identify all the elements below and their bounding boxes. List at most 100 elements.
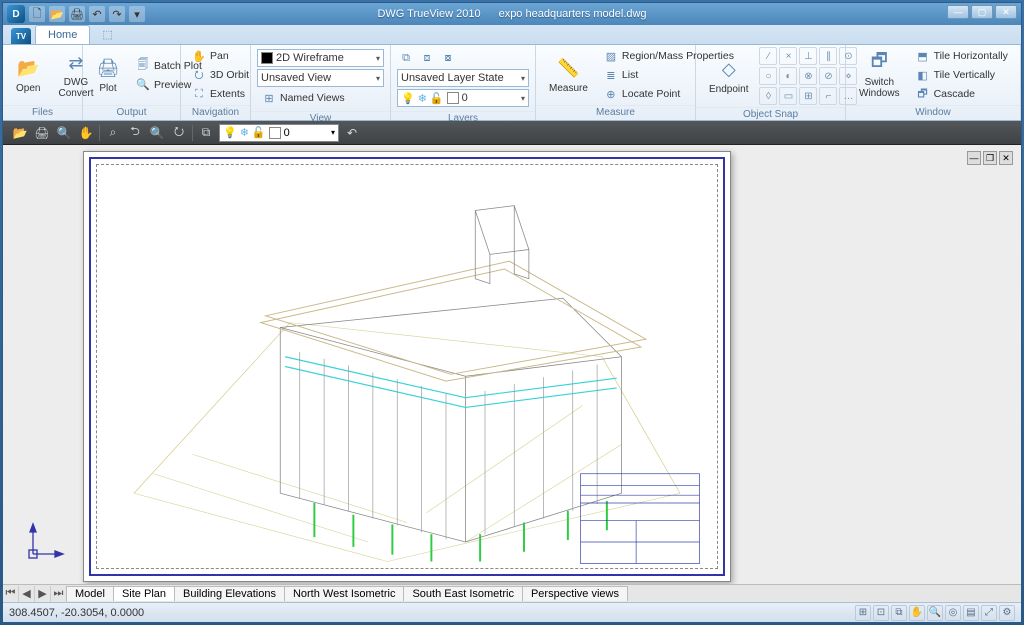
title-bar: D 🗋 📂 🖨 ↶ ↷ ▾ DWG TrueView 2010 expo hea… <box>3 3 1021 25</box>
osnap-4[interactable]: ∥ <box>819 47 837 65</box>
doc-close[interactable]: ✕ <box>999 151 1013 165</box>
workspace: — ❐ ✕ <box>3 145 1021 584</box>
osnap-11[interactable]: ◊ <box>759 87 777 105</box>
sb-quickview[interactable]: ⊡ <box>873 605 889 621</box>
tile-h-button[interactable]: ⬒Tile Horizontally <box>911 47 1013 65</box>
sb-wheel[interactable]: ◎ <box>945 605 961 621</box>
osnap-1[interactable]: ∕ <box>759 47 777 65</box>
extents-button[interactable]: ⛶Extents <box>187 85 254 103</box>
sb-settings[interactable]: ⚙ <box>999 605 1015 621</box>
layer-color-swatch <box>447 92 459 104</box>
orbit-button[interactable]: ⭮3D Orbit <box>187 66 254 84</box>
panel-label-osnap: Object Snap <box>696 107 845 120</box>
osnap-2[interactable]: × <box>779 47 797 65</box>
freeze-icon: ❄ <box>418 92 427 105</box>
sheet-nw-iso[interactable]: North West Isometric <box>284 586 405 601</box>
layer-icon: ⧉ <box>399 51 413 65</box>
osnap-12[interactable]: ▭ <box>779 87 797 105</box>
app-menu-button[interactable]: TV <box>11 28 31 44</box>
tab-extra[interactable]: ⬚ <box>90 25 124 44</box>
qb-open[interactable]: 📂 <box>11 124 29 142</box>
measure-icon: 📏 <box>556 57 580 81</box>
lock-icon: 🔓 <box>430 92 444 105</box>
tile-v-button[interactable]: ◧Tile Vertically <box>911 66 1013 84</box>
qb-zoomprev[interactable]: ⮌ <box>126 124 144 142</box>
sb-annot[interactable]: ▤ <box>963 605 979 621</box>
sb-pan[interactable]: ✋ <box>909 605 925 621</box>
quick-access-bar: 📂 🖨 🔍 ✋ ⌕ ⮌ 🔍 ⭮ ⧉ 💡❄🔓0▾ ↶ <box>3 121 1021 145</box>
layer-state-combo[interactable]: Unsaved Layer State▾ <box>397 69 529 87</box>
plot-button[interactable]: 🖨Plot <box>89 54 127 97</box>
osnap-grid: ∕×⊥∥⊙ ○◐⊗⊘⋄ ◊▭⊞⌐… <box>759 47 857 105</box>
sheet-elevations[interactable]: Building Elevations <box>174 586 285 601</box>
drawing-viewport[interactable] <box>83 151 731 582</box>
named-views-icon: ⊞ <box>262 91 276 105</box>
qat-undo-icon[interactable]: ↶ <box>89 6 105 22</box>
sb-layouts[interactable]: ⧉ <box>891 605 907 621</box>
layer-tool-1[interactable]: ⧉ <box>397 49 415 67</box>
doc-restore[interactable]: ❐ <box>983 151 997 165</box>
sb-model[interactable]: ⊞ <box>855 605 871 621</box>
minimize-button[interactable]: — <box>947 5 969 19</box>
qb-layerprev[interactable]: ↶ <box>343 124 361 142</box>
current-layer-combo[interactable]: 💡❄🔓0▾ <box>397 89 529 107</box>
doc-minimize[interactable]: — <box>967 151 981 165</box>
osnap-9[interactable]: ⊘ <box>819 67 837 85</box>
switch-windows-button[interactable]: 🗗Switch Windows <box>852 48 907 102</box>
osnap-3[interactable]: ⊥ <box>799 47 817 65</box>
osnap-14[interactable]: ⌐ <box>819 87 837 105</box>
cascade-button[interactable]: 🗗Cascade <box>911 85 1013 103</box>
tab-home[interactable]: Home <box>35 25 90 44</box>
sheet-nav-last[interactable]: ⏭ <box>51 586 67 602</box>
cascade-icon: 🗗 <box>916 87 930 101</box>
panel-label-window: Window <box>846 105 1020 120</box>
panel-label-files: Files <box>3 105 82 120</box>
extents-icon: ⛶ <box>192 87 206 101</box>
sheet-site-plan[interactable]: Site Plan <box>113 586 175 601</box>
named-views-button[interactable]: ⊞Named Views <box>257 89 384 107</box>
visual-style-combo[interactable]: 2D Wireframe▾ <box>257 49 384 67</box>
sheet-se-iso[interactable]: South East Isometric <box>403 586 523 601</box>
qat-open-icon[interactable]: 📂 <box>49 6 65 22</box>
qat-redo-icon[interactable]: ↷ <box>109 6 125 22</box>
qb-zoom[interactable]: 🔍 <box>148 124 166 142</box>
coords-readout: 308.4507, -20.3054, 0.0000 <box>9 607 144 619</box>
osnap-8[interactable]: ⊗ <box>799 67 817 85</box>
qb-layer[interactable]: ⧉ <box>197 124 215 142</box>
ribbon: 📂Open ⇄DWG Convert Files 🖨Plot 🗐Batch Pl… <box>3 45 1021 121</box>
sheet-perspective[interactable]: Perspective views <box>522 586 628 601</box>
sheet-nav-first[interactable]: ⏮ <box>3 586 19 602</box>
osnap-6[interactable]: ○ <box>759 67 777 85</box>
app-icon[interactable]: D <box>7 5 25 23</box>
layer-iso-icon: ⧇ <box>441 51 455 65</box>
layer-tool-2[interactable]: ⧈ <box>418 49 436 67</box>
pan-button[interactable]: ✋Pan <box>187 47 254 65</box>
sheet-nav-next[interactable]: ▶ <box>35 586 51 602</box>
measure-button[interactable]: 📏Measure <box>542 54 595 97</box>
saved-view-combo[interactable]: Unsaved View▾ <box>257 69 384 87</box>
qb-pan2[interactable]: ✋ <box>77 124 95 142</box>
sheet-nav-prev[interactable]: ◀ <box>19 586 35 602</box>
endpoint-button[interactable]: ◇Endpoint <box>702 55 755 98</box>
preview-icon: 🔍 <box>136 78 150 92</box>
sb-zoom[interactable]: 🔍 <box>927 605 943 621</box>
qb-preview[interactable]: 🔍 <box>55 124 73 142</box>
osnap-13[interactable]: ⊞ <box>799 87 817 105</box>
qb-plot[interactable]: 🖨 <box>33 124 51 142</box>
qb-layer-combo[interactable]: 💡❄🔓0▾ <box>219 124 339 142</box>
qat-new-icon[interactable]: 🗋 <box>29 6 45 22</box>
qb-zoomwin[interactable]: ⌕ <box>104 124 122 142</box>
close-button[interactable]: ✕ <box>995 5 1017 19</box>
open-button[interactable]: 📂Open <box>9 54 47 97</box>
ucs-icon <box>25 522 65 562</box>
sheet-model[interactable]: Model <box>66 586 114 601</box>
maximize-button[interactable]: ▢ <box>971 5 993 19</box>
sb-scale[interactable]: ⤢ <box>981 605 997 621</box>
qat-more-icon[interactable]: ▾ <box>129 6 145 22</box>
region-icon: ▨ <box>604 49 618 63</box>
printer-icon: 🖨 <box>96 57 120 81</box>
osnap-7[interactable]: ◐ <box>779 67 797 85</box>
layer-tool-3[interactable]: ⧇ <box>439 49 457 67</box>
qat-plot-icon[interactable]: 🖨 <box>69 6 85 22</box>
qb-orbit2[interactable]: ⭮ <box>170 124 188 142</box>
